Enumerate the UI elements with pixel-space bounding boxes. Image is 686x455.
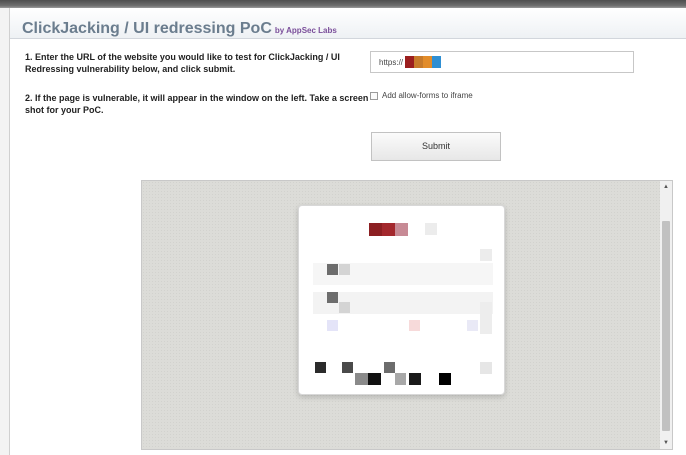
triangle-down-icon[interactable]: ▼ (660, 437, 672, 449)
blur-block (339, 264, 350, 275)
url-redaction (405, 56, 442, 68)
submit-button[interactable]: Submit (371, 132, 501, 161)
blur-block (409, 320, 420, 331)
iframe-blurred-content (298, 205, 505, 395)
blur-block (368, 373, 381, 385)
allow-forms-label: Add allow-forms to iframe (382, 91, 473, 100)
blur-block (409, 373, 421, 385)
blur-block (382, 223, 395, 236)
blur-block (480, 302, 492, 334)
url-redaction-block (414, 56, 424, 68)
blur-block (315, 362, 326, 373)
blur-block (369, 223, 382, 236)
blur-block (480, 249, 492, 261)
url-redaction-block (423, 56, 433, 68)
allow-forms-checkbox[interactable] (370, 91, 378, 100)
url-input[interactable]: https:// (370, 51, 634, 73)
page-header: ClickJacking / UI redressing PoC by AppSe… (10, 8, 686, 39)
iframe-scrollbar[interactable]: ▲ ▼ (660, 181, 672, 449)
blur-block (480, 362, 492, 374)
test-iframe[interactable]: ▲ ▼ (141, 180, 673, 450)
blur-block (384, 362, 395, 373)
scrollbar-thumb[interactable] (662, 221, 670, 431)
instruction-step-1: 1. Enter the URL of the website you woul… (25, 52, 340, 74)
blur-block (327, 264, 338, 275)
instruction-step-2: 2. If the page is vulnerable, it will ap… (25, 93, 369, 115)
blur-block (467, 320, 478, 331)
blur-block (439, 373, 451, 385)
blur-block (395, 373, 406, 385)
triangle-up-icon[interactable]: ▲ (660, 181, 672, 193)
blur-block (327, 292, 338, 303)
page-byline: by AppSec Labs (274, 26, 337, 35)
allow-forms-option[interactable]: Add allow-forms to iframe (370, 91, 473, 100)
blur-block (342, 362, 353, 373)
browser-top-bar (0, 0, 686, 8)
blur-block (327, 320, 338, 331)
blur-block (355, 373, 368, 385)
page-title-text: ClickJacking / UI redressing PoC (22, 20, 272, 37)
blur-block (425, 223, 437, 235)
page-title: ClickJacking / UI redressing PoC by AppSe… (22, 20, 337, 38)
blur-block (339, 302, 350, 313)
url-redaction-block (405, 56, 415, 68)
blur-block (395, 223, 408, 236)
url-redaction-block (432, 56, 442, 68)
url-input-value: https:// (379, 57, 404, 67)
page-content: ClickJacking / UI redressing PoC by AppSe… (9, 8, 686, 455)
